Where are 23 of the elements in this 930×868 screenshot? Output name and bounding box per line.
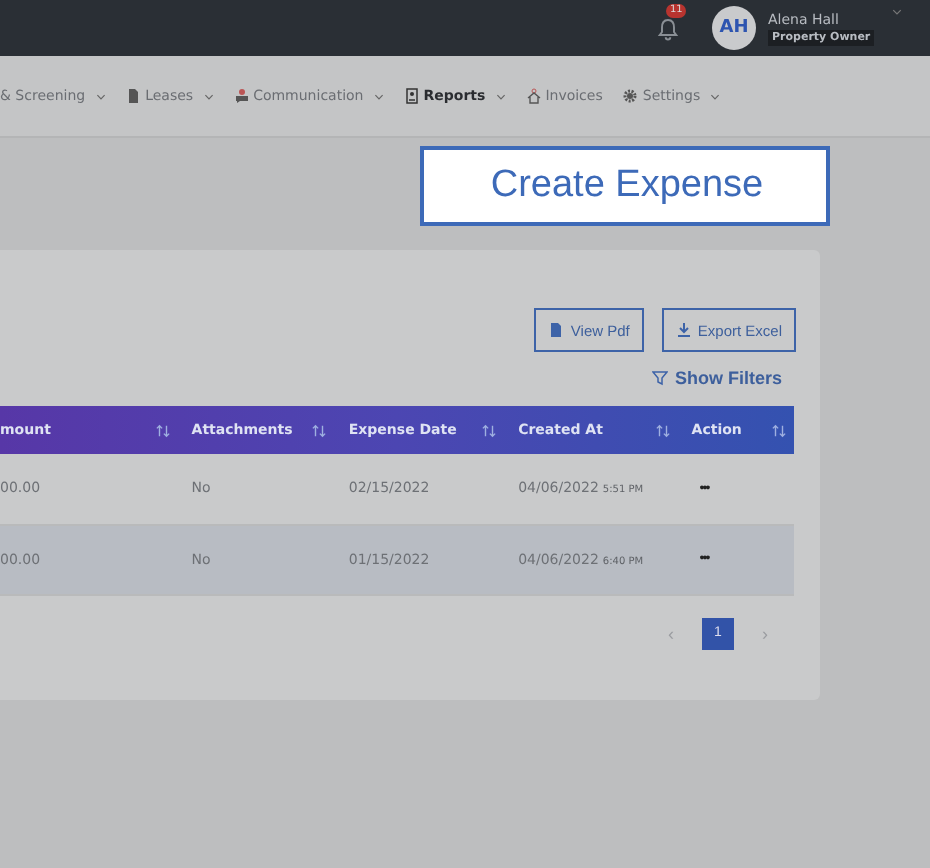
gear-icon (622, 88, 639, 104)
sort-icon[interactable] (312, 423, 327, 437)
sort-icon[interactable] (482, 423, 497, 437)
filter-icon (652, 370, 669, 386)
chat-icon (233, 88, 250, 104)
house-icon (525, 88, 542, 104)
file-icon (125, 88, 142, 104)
sort-icon[interactable] (155, 423, 170, 437)
caret-icon (710, 93, 721, 99)
caret-icon[interactable] (892, 8, 902, 16)
create-expense-button[interactable]: Create Expense (420, 146, 830, 226)
bell-icon[interactable] (656, 15, 680, 41)
caret-icon (495, 93, 506, 99)
sort-icon[interactable] (772, 423, 786, 437)
caret-icon (373, 93, 384, 99)
report-icon (403, 88, 420, 104)
caret-icon (203, 93, 214, 99)
download-icon (675, 322, 692, 338)
file-icon (548, 322, 565, 338)
user-avatar[interactable]: AH (712, 6, 756, 50)
show-filters-button[interactable]: Show Filters (652, 368, 782, 388)
sort-icon[interactable] (655, 423, 670, 437)
caret-icon (95, 93, 106, 99)
